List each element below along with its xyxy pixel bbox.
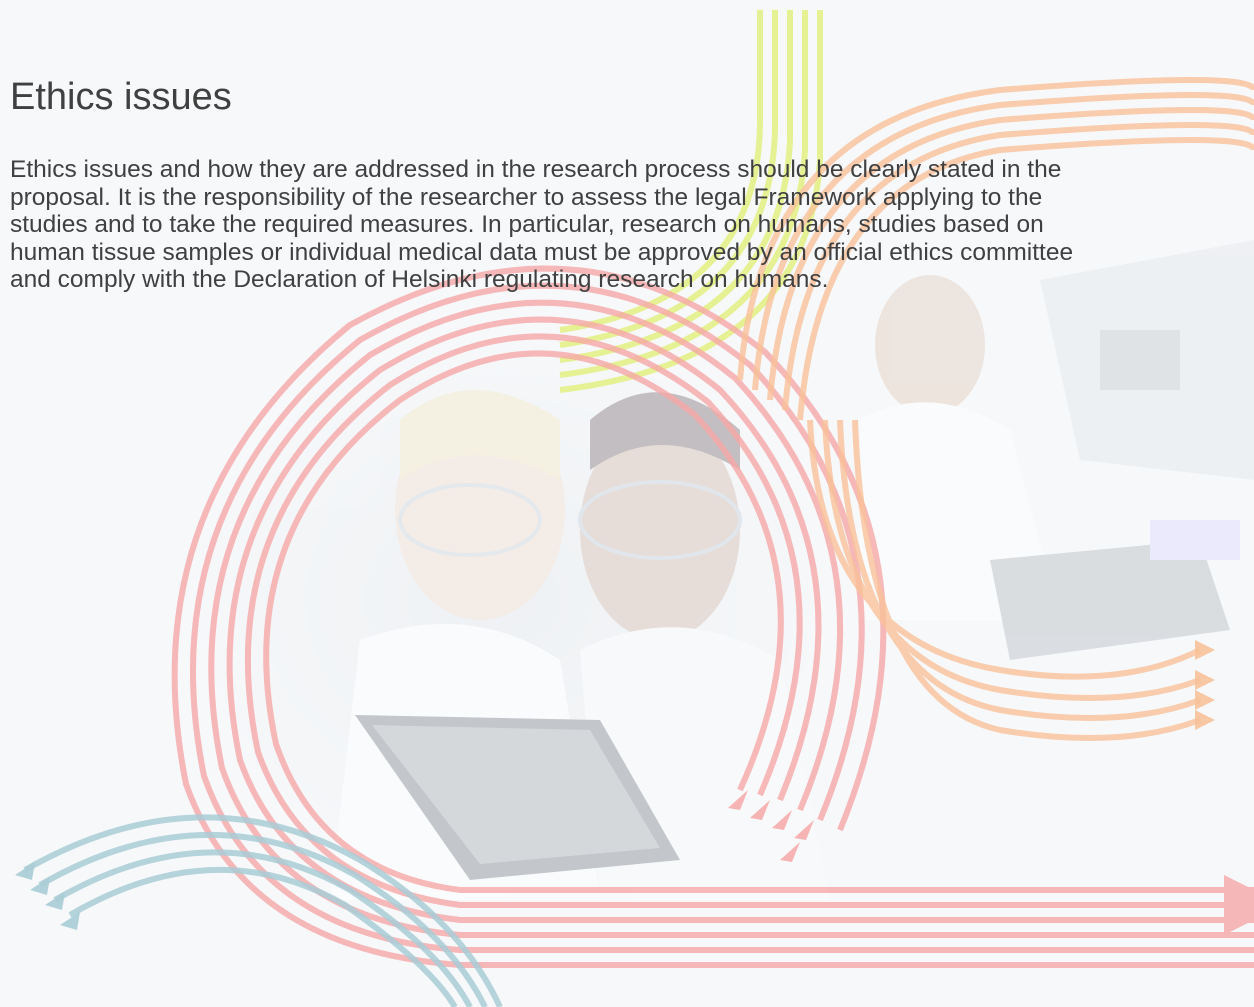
body-paragraph: Ethics issues and how they are addressed…: [10, 156, 1254, 294]
body-line-1: Ethics issues and how they are addressed…: [10, 156, 1062, 183]
body-line-4: human tissue samples or individual medic…: [10, 238, 1074, 266]
slide: Ethics issues Ethics issues and how they…: [0, 0, 1254, 1007]
body-line-3: studies and to take the required measure…: [10, 211, 1044, 238]
slide-title: Ethics issues: [10, 76, 232, 118]
body-line-5: and comply with the Declaration of Helsi…: [10, 266, 829, 293]
body-line-2: proposal. It is the responsibility of th…: [10, 183, 1043, 211]
background-photo: [15, 10, 1254, 1007]
